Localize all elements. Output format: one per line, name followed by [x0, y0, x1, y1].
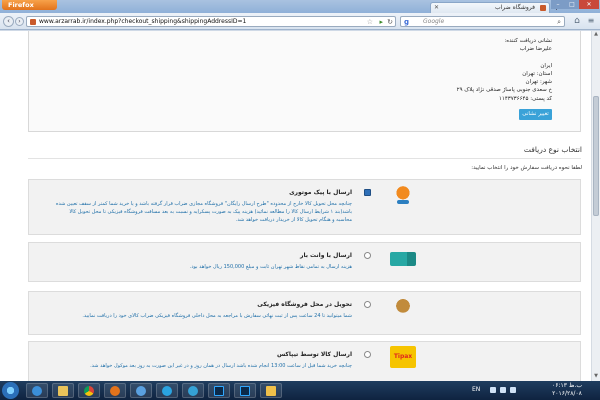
clock-date: ۲۰۱۶/۲۸/۰۸: [552, 390, 582, 397]
taskbar-photoshop-app[interactable]: [208, 383, 230, 398]
shipping-option-motorbike[interactable]: ارسال با پیک موتوری چنانچه محل تحویل کال…: [28, 179, 581, 235]
scroll-down-arrow-icon[interactable]: ▼: [592, 373, 600, 381]
start-button[interactable]: [2, 382, 19, 399]
taskbar-folder-app[interactable]: [260, 383, 282, 398]
site-favicon-icon: [540, 5, 546, 11]
google-icon: g: [404, 18, 410, 26]
taskbar-skype-app[interactable]: [156, 383, 178, 398]
section-divider: [28, 158, 581, 159]
motorbike-courier-icon: [390, 184, 416, 206]
window-minimize-button[interactable]: –: [551, 0, 565, 9]
browser-navbar: ‹ › www.arzarrab.ir/index.php?checkout_s…: [0, 13, 600, 30]
system-clock[interactable]: ۰۶:۱۳ ب.ظ ۲۰۱۶/۲۸/۰۸: [538, 382, 596, 398]
address-lines: نشانی دریافت کننده: علیرضا ضراب ایران اس…: [457, 37, 552, 103]
browser-titlebar: Firefox فروشگاه ضراب ✕ + – □ ✕: [0, 0, 600, 13]
scroll-up-arrow-icon[interactable]: ▲: [592, 31, 600, 39]
go-arrow-icon[interactable]: ▸: [379, 17, 383, 27]
address-line: ایران: [540, 62, 552, 69]
tray-flag-icon[interactable]: [510, 387, 516, 393]
shipping-radio[interactable]: [364, 351, 371, 358]
back-arrow-icon[interactable]: ‹: [3, 16, 14, 27]
home-icon[interactable]: ⌂: [571, 15, 583, 27]
tab-close-icon[interactable]: ✕: [434, 3, 439, 13]
page-scrollbar[interactable]: ▲ ▼: [591, 31, 600, 381]
shipping-radio[interactable]: [364, 301, 371, 308]
tray-network-icon[interactable]: [490, 387, 496, 393]
tipax-logo: Tipax: [390, 346, 416, 368]
address-line: نشانی دریافت کننده:: [504, 38, 552, 44]
clock-time: ۰۶:۱۳ ب.ظ: [552, 382, 582, 389]
section-hint: لطفا نحوه دریافت سفارش خود را انتخاب نما…: [471, 165, 582, 171]
url-text: www.arzarrab.ir/index.php?checkout_shipp…: [39, 18, 247, 25]
change-address-button[interactable]: تغییر نشانی: [519, 109, 552, 120]
input-language-indicator[interactable]: EN: [472, 386, 480, 393]
refresh-icon[interactable]: ↻: [387, 17, 393, 27]
address-bar[interactable]: www.arzarrab.ir/index.php?checkout_shipp…: [26, 16, 396, 27]
taskbar-explorer-app[interactable]: [52, 383, 74, 398]
taskbar-ie-app[interactable]: [26, 383, 48, 398]
scrollbar-thumb[interactable]: [593, 96, 599, 216]
shipping-option-van[interactable]: ارسال با وانت بار هزینه ارسال به تمامی ن…: [28, 242, 581, 282]
bookmark-star-icon[interactable]: ☆: [367, 17, 373, 27]
search-placeholder: Google: [423, 18, 445, 25]
shipping-option-description: هزینه ارسال به تمامی نقاط شهر تهران ثابت…: [189, 264, 352, 270]
taskbar-chrome-app[interactable]: [78, 383, 100, 398]
store-pickup-icon: [390, 296, 416, 318]
address-line: استان: تهران: [522, 70, 552, 77]
firefox-menu-button[interactable]: Firefox: [2, 0, 57, 10]
taskbar-telegram-app[interactable]: [182, 383, 204, 398]
address-line-gap: [457, 54, 552, 62]
shipping-option-description: شما میتوانید تا 24 ساعت پس از ثبت نهائی …: [82, 313, 352, 319]
shipping-option-name: ارسال کالا توسط تیپاکس: [276, 351, 352, 358]
shipping-option-name: ارسال با پیک موتوری: [289, 189, 352, 196]
tab-title: فروشگاه ضراب: [494, 4, 535, 11]
taskbar-media-app[interactable]: [130, 383, 152, 398]
windows-taskbar: EN ۰۶:۱۳ ب.ظ ۲۰۱۶/۲۸/۰۸: [0, 381, 600, 400]
forward-arrow-icon[interactable]: ›: [15, 17, 24, 26]
window-close-button[interactable]: ✕: [579, 0, 599, 9]
shipping-option-description: چنانچه محل تحویل کالا خارج از محدوده "طر…: [55, 201, 352, 223]
shipping-option-store-pickup[interactable]: تحویل در محل فروشگاه فیزیکی شما میتوانید…: [28, 291, 581, 335]
shipping-option-name: تحویل در محل فروشگاه فیزیکی: [257, 301, 352, 308]
taskbar-photoshop-app-2[interactable]: [234, 383, 256, 398]
address-line: خ سعدی جنوبی پاساژ صدقی نژاد پلاک ۲۹: [456, 87, 552, 94]
shipping-option-name: ارسال با وانت بار: [300, 252, 352, 259]
section-title: انتخاب نوع دریافت: [523, 145, 582, 154]
taskbar-firefox-app[interactable]: [104, 383, 126, 398]
search-icon[interactable]: ⌕: [557, 17, 561, 27]
browser-tab[interactable]: فروشگاه ضراب ✕: [430, 2, 550, 13]
shipping-radio[interactable]: [364, 252, 371, 259]
window-maximize-button[interactable]: □: [565, 0, 579, 9]
address-line: علیرضا ضراب: [519, 46, 552, 53]
shipping-option-description: چنانچه خرید شما قبل از ساعت 13:00 انجام …: [90, 363, 352, 369]
bookmarks-menu-icon[interactable]: ≡: [585, 15, 597, 27]
address-line: کد پستی: ۱۱۴۳۷۳۶۶۴۵: [498, 95, 552, 102]
shipping-address-panel: نشانی دریافت کننده: علیرضا ضراب ایران اس…: [28, 31, 581, 132]
address-line: شهر: تهران: [525, 79, 552, 86]
shipping-option-tipax[interactable]: Tipax ارسال کالا توسط تیپاکس چنانچه خرید…: [28, 341, 581, 381]
site-identity-icon: [30, 19, 36, 25]
search-input[interactable]: g Google ⌕: [400, 16, 565, 27]
van-truck-icon: [390, 252, 416, 266]
tray-volume-icon[interactable]: [500, 387, 506, 393]
page-viewport: نشانی دریافت کننده: علیرضا ضراب ایران اس…: [0, 31, 600, 381]
shipping-radio[interactable]: [364, 189, 371, 196]
